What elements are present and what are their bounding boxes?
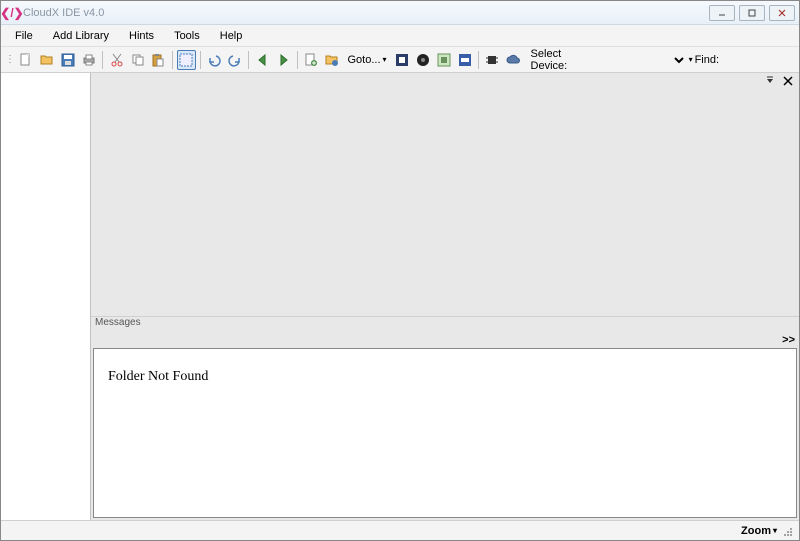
find-input[interactable] (725, 52, 795, 68)
menu-file[interactable]: File (5, 27, 43, 45)
print-button[interactable] (80, 50, 99, 70)
goto-button[interactable]: Goto...▾ (344, 52, 391, 68)
device-green-button[interactable] (434, 50, 453, 70)
toolbar-grip-icon: ⋮ (5, 54, 15, 65)
select-device-label: Select Device: (531, 48, 597, 72)
device-select[interactable] (602, 51, 686, 69)
device-blue1-button[interactable] (393, 50, 412, 70)
toolbar-separator (248, 51, 249, 69)
chevron-down-icon: ▾ (689, 55, 693, 64)
save-button[interactable] (59, 50, 78, 70)
app-icon: ❮/❯ (5, 6, 19, 20)
zoom-label: Zoom (741, 525, 771, 537)
chevron-down-icon: ▾ (773, 526, 777, 535)
window-controls (709, 5, 795, 21)
zoom-button[interactable]: Zoom▾ (741, 525, 777, 537)
messages-more-button[interactable]: >> (782, 333, 795, 347)
toolbar-separator (200, 51, 201, 69)
content-area: Messages >> Folder Not Found (91, 73, 799, 520)
window-title: CloudX IDE v4.0 (23, 7, 709, 19)
find-label: Find: (695, 54, 719, 66)
open-file-button[interactable] (38, 50, 57, 70)
cut-button[interactable] (107, 50, 126, 70)
new-file-button[interactable] (17, 50, 36, 70)
project-sidebar[interactable] (1, 73, 91, 520)
select-tool-button[interactable] (177, 50, 196, 70)
paste-button[interactable] (149, 50, 168, 70)
menu-help[interactable]: Help (210, 27, 253, 45)
open-project-button[interactable] (323, 50, 342, 70)
statusbar: Zoom▾ (1, 520, 799, 540)
toolbar-separator (102, 51, 103, 69)
chip-icon-button[interactable] (483, 50, 502, 70)
messages-panel[interactable]: Folder Not Found (93, 348, 797, 518)
device-blue2-button[interactable] (455, 50, 474, 70)
messages-text: Folder Not Found (108, 369, 208, 384)
editor-tabstrip (91, 73, 799, 89)
device-dark-button[interactable] (413, 50, 432, 70)
new-project-button[interactable] (302, 50, 321, 70)
undo-button[interactable] (205, 50, 224, 70)
goto-label: Goto... (348, 54, 381, 66)
maximize-button[interactable] (739, 5, 765, 21)
toolbar: ⋮ Goto...▾ Select Device: ▾ Find: (1, 47, 799, 73)
toolbar-separator (478, 51, 479, 69)
messages-header: Messages (91, 316, 799, 332)
resize-grip-icon[interactable] (781, 525, 793, 537)
tab-menu-icon[interactable] (763, 74, 777, 88)
cloud-icon-button[interactable] (504, 50, 523, 70)
nav-back-button[interactable] (253, 50, 272, 70)
more-label: >> (782, 334, 795, 346)
tab-close-icon[interactable] (781, 74, 795, 88)
menu-tools[interactable]: Tools (164, 27, 210, 45)
menu-hints[interactable]: Hints (119, 27, 164, 45)
titlebar: ❮/❯ CloudX IDE v4.0 (1, 1, 799, 25)
main-area: Messages >> Folder Not Found (1, 73, 799, 520)
chevron-down-icon: ▾ (383, 55, 387, 64)
messages-tabstrip: >> (91, 332, 799, 348)
copy-button[interactable] (128, 50, 147, 70)
toolbar-separator (297, 51, 298, 69)
close-button[interactable] (769, 5, 795, 21)
minimize-button[interactable] (709, 5, 735, 21)
nav-forward-button[interactable] (274, 50, 293, 70)
redo-button[interactable] (225, 50, 244, 70)
editor-area[interactable] (91, 89, 799, 316)
menu-add-library[interactable]: Add Library (43, 27, 119, 45)
menubar: File Add Library Hints Tools Help (1, 25, 799, 47)
toolbar-separator (172, 51, 173, 69)
